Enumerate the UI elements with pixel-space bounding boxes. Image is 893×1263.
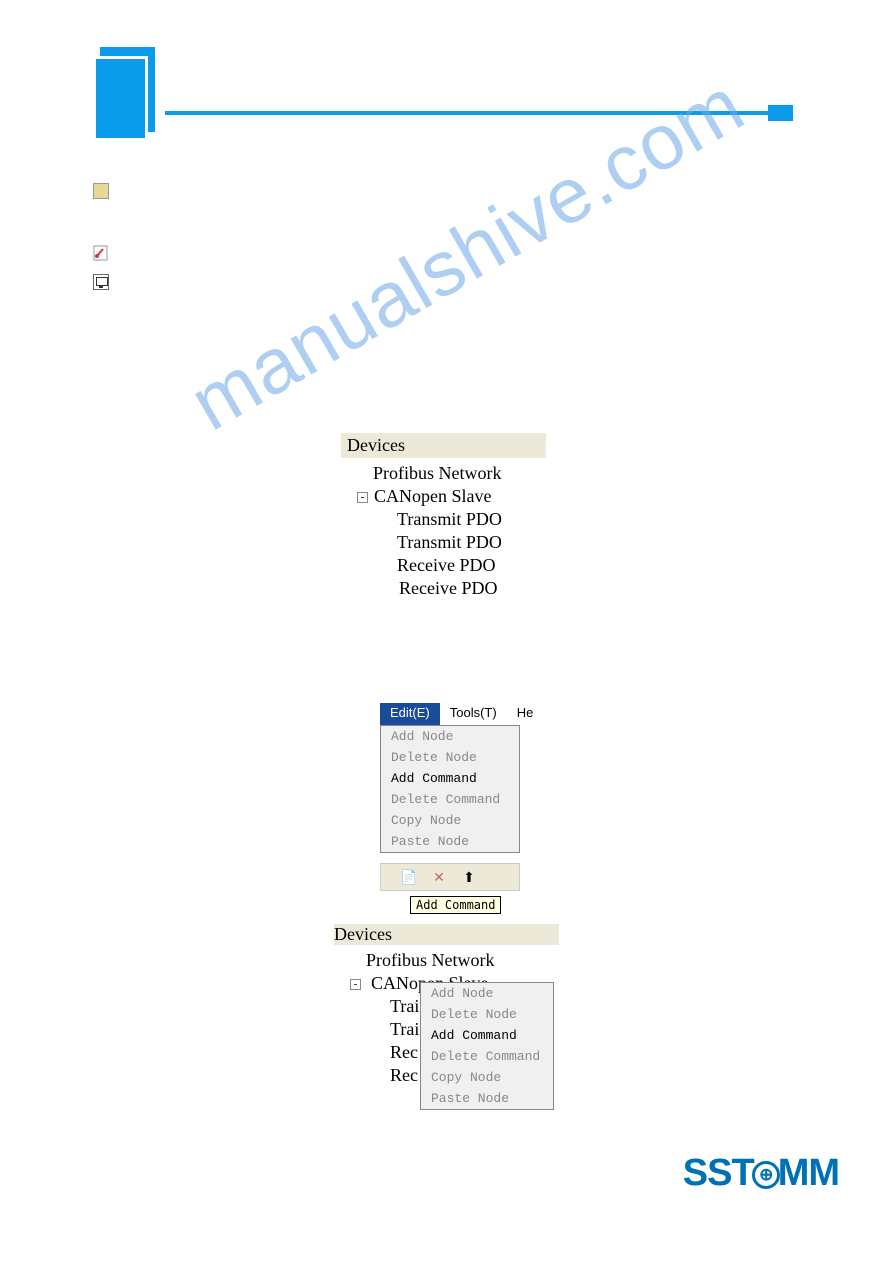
ctx-delete-command: Delete Command xyxy=(421,1046,553,1067)
upload-button[interactable]: ⬆ xyxy=(459,867,479,887)
delete-button[interactable]: ✕ xyxy=(429,867,449,887)
header-rule xyxy=(165,111,770,115)
footer-logo: SST⊕MM xyxy=(683,1152,839,1195)
panel-title: Devices xyxy=(341,433,546,458)
tooltip-add-command: Add Command xyxy=(410,896,501,914)
tree-item-canopen[interactable]: -CANopen Slave xyxy=(345,485,542,508)
ctx-paste-node: Paste Node xyxy=(421,1088,553,1109)
context-menu[interactable]: Add Node Delete Node Add Command Delete … xyxy=(420,982,554,1110)
tree-item-rpdo-selected[interactable]: Receive PDO xyxy=(345,577,542,600)
tree-item-tpdo[interactable]: Transmit PDO xyxy=(345,508,542,531)
ctx-add-command[interactable]: Add Command xyxy=(421,1025,553,1046)
header-logo-box xyxy=(93,47,163,147)
toolbar: 📄 ✕ ⬆ xyxy=(380,863,520,891)
monitor-icon xyxy=(93,274,109,290)
menu-item-paste-node: Paste Node xyxy=(381,831,519,852)
menu-help[interactable]: He xyxy=(507,703,544,725)
devices-panel: Devices Profibus Network -CANopen Slave … xyxy=(341,433,546,628)
tree-item-tpdo[interactable]: Transmit PDO xyxy=(345,531,542,554)
device-tree[interactable]: Profibus Network -CANopen Slave Transmit… xyxy=(341,458,546,628)
tree-item-rpdo[interactable]: Receive PDO xyxy=(345,554,542,577)
menu-item-add-node: Add Node xyxy=(381,726,519,747)
menu-item-copy-node: Copy Node xyxy=(381,810,519,831)
header-rule-end xyxy=(768,105,793,121)
globe-icon: ⊕ xyxy=(752,1161,780,1189)
pdf-icon xyxy=(93,245,109,261)
ctx-copy-node: Copy Node xyxy=(421,1067,553,1088)
note-icon xyxy=(93,183,109,199)
menu-tools[interactable]: Tools(T) xyxy=(440,703,507,725)
edit-dropdown[interactable]: Add Node Delete Node Add Command Delete … xyxy=(380,725,520,853)
ctx-add-node: Add Node xyxy=(421,983,553,1004)
collapse-icon[interactable]: - xyxy=(350,979,361,990)
menu-item-add-command[interactable]: Add Command xyxy=(381,768,519,789)
collapse-icon[interactable]: - xyxy=(357,492,368,503)
watermark: manualshive.com xyxy=(175,59,759,449)
tree-item-profibus[interactable]: Profibus Network xyxy=(338,949,555,972)
menu-item-delete-node: Delete Node xyxy=(381,747,519,768)
menu-item-delete-command: Delete Command xyxy=(381,789,519,810)
menu-edit[interactable]: Edit(E) xyxy=(380,703,440,725)
panel-title: Devices xyxy=(334,924,559,945)
add-command-button[interactable]: 📄 xyxy=(399,867,419,887)
ctx-delete-node: Delete Node xyxy=(421,1004,553,1025)
menubar[interactable]: Edit(E) Tools(T) He xyxy=(380,703,520,725)
tree-item-profibus[interactable]: Profibus Network xyxy=(345,462,542,485)
